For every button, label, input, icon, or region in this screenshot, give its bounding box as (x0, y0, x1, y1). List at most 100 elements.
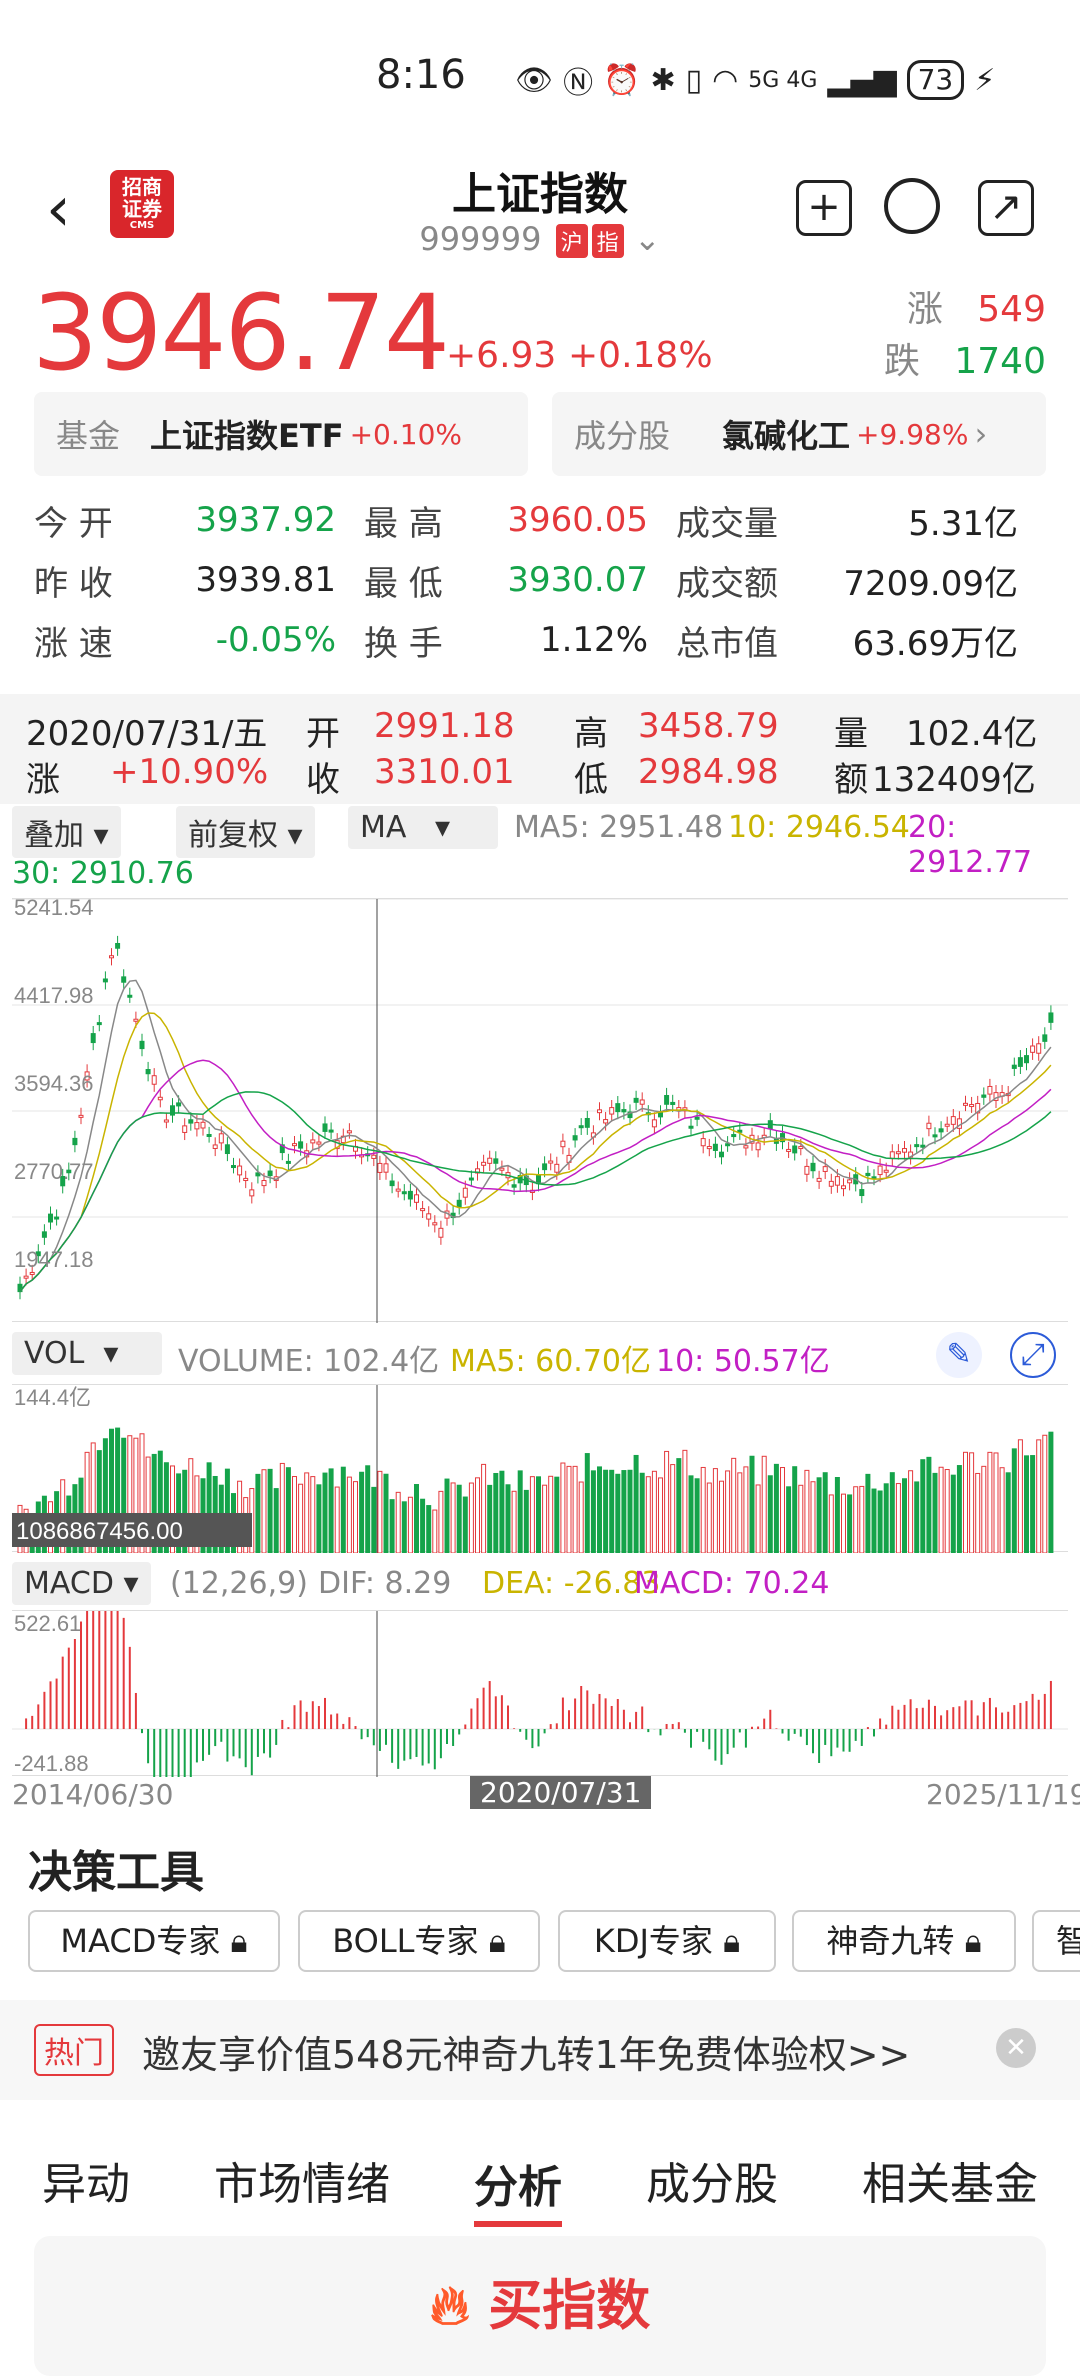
candle-body (743, 1145, 749, 1149)
status-bar: 8:16 👁 Ⓝ ⏰ ✱ ▯ ◠ 5G 4G ▂▄▆ 73 ⚡ (0, 0, 1080, 150)
search-icon[interactable] (884, 178, 940, 234)
quote-stats: 今 开 3937.92 最 高 3960.05 成交量 5.31亿昨 收 3939.81 最 … (34, 490, 1046, 670)
candle-body (121, 976, 127, 983)
promo-banner[interactable]: 热门 邀友享价值548元神奇九转1年免费体验权>> ✕ (0, 2000, 1080, 2100)
vol-dropdown[interactable]: VOL ▾ (12, 1332, 162, 1375)
ma-line (19, 1059, 1052, 1293)
volume-bar (560, 1462, 566, 1554)
tab-0[interactable]: 异动 (42, 2148, 130, 2212)
candle-body (670, 1101, 676, 1105)
buy-index-button[interactable]: 🔥︎ 买指数 (34, 2236, 1046, 2376)
volume-bar (633, 1454, 639, 1554)
candle-body (725, 1143, 731, 1147)
tab-3[interactable]: 成分股 (646, 2148, 778, 2212)
tools-title: 决策工具 (28, 1847, 204, 1898)
overlay-dropdown[interactable]: 叠加 ▾ (12, 806, 121, 858)
vol-ma10: 10: 50.57亿 (656, 1344, 830, 1379)
candle-body (511, 1184, 517, 1188)
tool-label: MACD专家 (60, 1922, 221, 1960)
candle-body (115, 942, 121, 949)
candle-body (133, 1018, 139, 1022)
tool-kdj[interactable]: KDJ专家 🔒︎ (558, 1910, 776, 1972)
volume-bar (481, 1463, 487, 1554)
edit-icon[interactable]: ✎ (936, 1332, 982, 1378)
candle-body (499, 1167, 505, 1171)
candle-body (194, 1122, 200, 1130)
candle-body (145, 1069, 151, 1075)
candle-body (560, 1140, 566, 1148)
volume-bar (963, 1451, 968, 1554)
share-icon[interactable]: ↗ (978, 180, 1034, 236)
tool-label: 智 (1056, 1922, 1080, 1960)
candle-body (328, 1129, 334, 1133)
candle-body (895, 1151, 901, 1155)
candle-body (926, 1122, 932, 1130)
tab-4[interactable]: 相关基金 (862, 2148, 1038, 2212)
volume-bar (456, 1484, 462, 1554)
kline-chart[interactable]: 5241.54 4417.98 3594.36 2770.77 1947.18 (12, 895, 1068, 1323)
candle-body (609, 1107, 615, 1115)
fund-pill[interactable]: 基金 上证指数ETF +0.10% (34, 392, 528, 476)
candle-body (462, 1187, 468, 1198)
macd-params: (12,26,9) (170, 1566, 308, 1601)
volume-bar (493, 1472, 499, 1554)
tool-nine[interactable]: 神奇九转 🔒︎ (792, 1910, 1016, 1972)
candle-body (371, 1154, 377, 1159)
volume-bar (371, 1486, 377, 1554)
candle-body (889, 1151, 895, 1159)
candle-body (316, 1141, 322, 1145)
candle-body (584, 1117, 590, 1128)
stat-value: 3960.05 (507, 500, 648, 540)
candle-body (712, 1143, 718, 1151)
candle-body (420, 1208, 426, 1212)
tab-1[interactable]: 市场情绪 (214, 2148, 390, 2212)
candle-body (298, 1141, 304, 1149)
stat-label: 最 低 (364, 563, 443, 604)
tool-boll[interactable]: BOLL专家 🔒︎ (298, 1910, 540, 1972)
volume-bar (810, 1481, 816, 1554)
candle-body (706, 1146, 712, 1150)
fund-label: 基金 (56, 417, 121, 455)
volume-bar (615, 1473, 621, 1554)
volume-bar (987, 1451, 993, 1554)
candle-body (963, 1102, 968, 1106)
volume-bar (676, 1458, 682, 1554)
candle-body (468, 1177, 474, 1181)
open-label: 开 (306, 714, 340, 754)
volume-bar (883, 1483, 889, 1554)
volume-chart[interactable]: 144.4亿 1086867456.00 (12, 1384, 1068, 1554)
volume-bar (700, 1466, 706, 1554)
volume-bar (920, 1459, 926, 1554)
open-value: 2991.18 (374, 706, 515, 746)
stat-label: 今 开 (34, 503, 113, 544)
ma-dropdown[interactable]: MA ▾ (348, 806, 498, 849)
high-label: 高 (574, 714, 608, 754)
component-pill[interactable]: 成分股 氯碱化工 +9.98% › (552, 392, 1046, 476)
stat-value: -0.05% (215, 620, 336, 660)
adjust-dropdown[interactable]: 前复权 ▾ (176, 806, 315, 858)
volume-bar (499, 1470, 505, 1554)
candle-body (810, 1162, 816, 1172)
expand-icon[interactable]: ⤢ (1010, 1332, 1056, 1378)
candle-body (249, 1189, 255, 1197)
hot-tag: 热门 (34, 2024, 114, 2076)
volume-bar (511, 1490, 517, 1554)
macd-dropdown[interactable]: MACD ▾ (12, 1562, 151, 1605)
eye-icon: 👁 (515, 62, 554, 98)
candle-body (285, 1160, 291, 1164)
tab-2[interactable]: 分析 (474, 2151, 562, 2227)
macd-chart[interactable]: 522.61 -241.88 (12, 1567, 1068, 1847)
price-tick: 3594.36 (14, 1071, 94, 1096)
tool-more[interactable]: 智 (1032, 1910, 1080, 1972)
candle-body (102, 978, 108, 983)
header: ‹ 招商证券 CMS 上证指数 999999 沪指 ⌄ + ↗ (0, 150, 1080, 270)
candle-body (346, 1130, 352, 1134)
stat-label: 总市值 (676, 623, 778, 664)
volume-bar (688, 1475, 694, 1554)
chg-label: 涨 (26, 760, 60, 800)
add-watchlist-icon[interactable]: + (796, 180, 852, 236)
candle-body (731, 1134, 737, 1138)
ma20-value: 20: 2912.77 (908, 810, 1033, 880)
close-icon[interactable]: ✕ (996, 2028, 1036, 2068)
tool-macd[interactable]: MACD专家 🔒︎ (28, 1910, 280, 1972)
